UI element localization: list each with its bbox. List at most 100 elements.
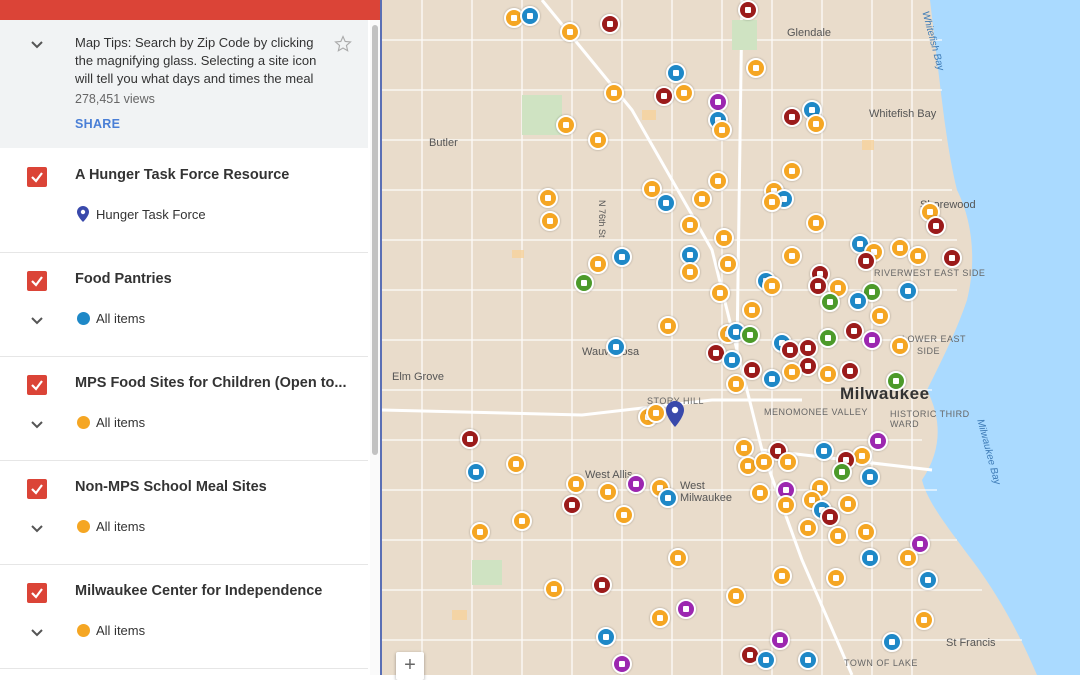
meal-program-pin[interactable] — [926, 216, 946, 236]
food-pantry-pin[interactable] — [666, 63, 686, 83]
chevron-down-icon[interactable] — [30, 522, 44, 536]
food-pantry-pin[interactable] — [848, 291, 868, 311]
layer-checkbox[interactable] — [27, 271, 47, 291]
meal-program-pin[interactable] — [798, 338, 818, 358]
meal-site-pin[interactable] — [614, 505, 634, 525]
meal-program-pin[interactable] — [782, 107, 802, 127]
food-pantry-pin[interactable] — [918, 570, 938, 590]
meal-site-pin[interactable] — [754, 452, 774, 472]
food-pantry-pin[interactable] — [656, 193, 676, 213]
meal-program-pin[interactable] — [742, 360, 762, 380]
senior-meal-pin[interactable] — [708, 92, 728, 112]
meal-site-pin[interactable] — [750, 483, 770, 503]
meal-site-pin[interactable] — [710, 283, 730, 303]
community-meal-pin[interactable] — [740, 325, 760, 345]
chevron-down-icon[interactable] — [30, 314, 44, 328]
hunger-task-force-pin[interactable] — [666, 401, 684, 427]
meal-site-pin[interactable] — [778, 452, 798, 472]
meal-site-pin[interactable] — [680, 215, 700, 235]
food-pantry-pin[interactable] — [756, 650, 776, 670]
meal-site-pin[interactable] — [668, 548, 688, 568]
food-pantry-pin[interactable] — [860, 548, 880, 568]
meal-program-pin[interactable] — [654, 86, 674, 106]
meal-site-pin[interactable] — [680, 262, 700, 282]
meal-site-pin[interactable] — [556, 115, 576, 135]
meal-site-pin[interactable] — [772, 566, 792, 586]
meal-site-pin[interactable] — [898, 548, 918, 568]
meal-program-pin[interactable] — [820, 507, 840, 527]
meal-program-pin[interactable] — [844, 321, 864, 341]
meal-site-pin[interactable] — [798, 518, 818, 538]
meal-site-pin[interactable] — [470, 522, 490, 542]
senior-meal-pin[interactable] — [770, 630, 790, 650]
meal-site-pin[interactable] — [734, 438, 754, 458]
senior-meal-pin[interactable] — [626, 474, 646, 494]
sidebar-scrollbar[interactable] — [370, 20, 380, 675]
meal-site-pin[interactable] — [544, 579, 564, 599]
meal-site-pin[interactable] — [828, 526, 848, 546]
meal-site-pin[interactable] — [588, 130, 608, 150]
meal-site-pin[interactable] — [742, 300, 762, 320]
layer-item[interactable]: All items — [77, 516, 145, 536]
food-pantry-pin[interactable] — [722, 350, 742, 370]
food-pantry-pin[interactable] — [798, 650, 818, 670]
meal-site-pin[interactable] — [776, 495, 796, 515]
food-pantry-pin[interactable] — [466, 462, 486, 482]
chevron-down-icon[interactable] — [30, 38, 44, 52]
meal-site-pin[interactable] — [646, 403, 666, 423]
meal-site-pin[interactable] — [890, 336, 910, 356]
meal-site-pin[interactable] — [598, 482, 618, 502]
meal-site-pin[interactable] — [762, 192, 782, 212]
meal-site-pin[interactable] — [692, 189, 712, 209]
senior-meal-pin[interactable] — [676, 599, 696, 619]
meal-site-pin[interactable] — [826, 568, 846, 588]
meal-site-pin[interactable] — [782, 246, 802, 266]
meal-site-pin[interactable] — [506, 454, 526, 474]
food-pantry-pin[interactable] — [596, 627, 616, 647]
senior-meal-pin[interactable] — [612, 654, 632, 674]
community-meal-pin[interactable] — [818, 328, 838, 348]
layer-checkbox[interactable] — [27, 375, 47, 395]
meal-program-pin[interactable] — [780, 340, 800, 360]
meal-program-pin[interactable] — [600, 14, 620, 34]
meal-site-pin[interactable] — [714, 228, 734, 248]
senior-meal-pin[interactable] — [862, 330, 882, 350]
meal-site-pin[interactable] — [726, 374, 746, 394]
meal-site-pin[interactable] — [650, 608, 670, 628]
meal-site-pin[interactable] — [674, 83, 694, 103]
community-meal-pin[interactable] — [832, 462, 852, 482]
meal-site-pin[interactable] — [540, 211, 560, 231]
meal-site-pin[interactable] — [870, 306, 890, 326]
meal-program-pin[interactable] — [592, 575, 612, 595]
layer-checkbox[interactable] — [27, 167, 47, 187]
food-pantry-pin[interactable] — [658, 488, 678, 508]
layer-checkbox[interactable] — [27, 583, 47, 603]
layer-item[interactable]: Hunger Task Force — [77, 204, 206, 224]
chevron-down-icon[interactable] — [30, 626, 44, 640]
meal-site-pin[interactable] — [718, 254, 738, 274]
meal-site-pin[interactable] — [914, 610, 934, 630]
meal-site-pin[interactable] — [708, 171, 728, 191]
meal-site-pin[interactable] — [806, 114, 826, 134]
meal-program-pin[interactable] — [738, 0, 758, 20]
layer-item[interactable]: All items — [77, 620, 145, 640]
meal-site-pin[interactable] — [726, 586, 746, 606]
food-pantry-pin[interactable] — [898, 281, 918, 301]
chevron-down-icon[interactable] — [30, 418, 44, 432]
meal-site-pin[interactable] — [658, 316, 678, 336]
meal-program-pin[interactable] — [562, 495, 582, 515]
scrollbar-thumb[interactable] — [372, 25, 378, 455]
meal-site-pin[interactable] — [512, 511, 532, 531]
meal-site-pin[interactable] — [762, 276, 782, 296]
map-canvas[interactable]: Glendale Butler Whitefish Bay Whitefish … — [382, 0, 1080, 675]
food-pantry-pin[interactable] — [882, 632, 902, 652]
meal-site-pin[interactable] — [604, 83, 624, 103]
food-pantry-pin[interactable] — [814, 441, 834, 461]
meal-site-pin[interactable] — [818, 364, 838, 384]
food-pantry-pin[interactable] — [762, 369, 782, 389]
meal-site-pin[interactable] — [838, 494, 858, 514]
meal-site-pin[interactable] — [712, 120, 732, 140]
meal-site-pin[interactable] — [908, 246, 928, 266]
meal-site-pin[interactable] — [856, 522, 876, 542]
layer-item[interactable]: All items — [77, 412, 145, 432]
